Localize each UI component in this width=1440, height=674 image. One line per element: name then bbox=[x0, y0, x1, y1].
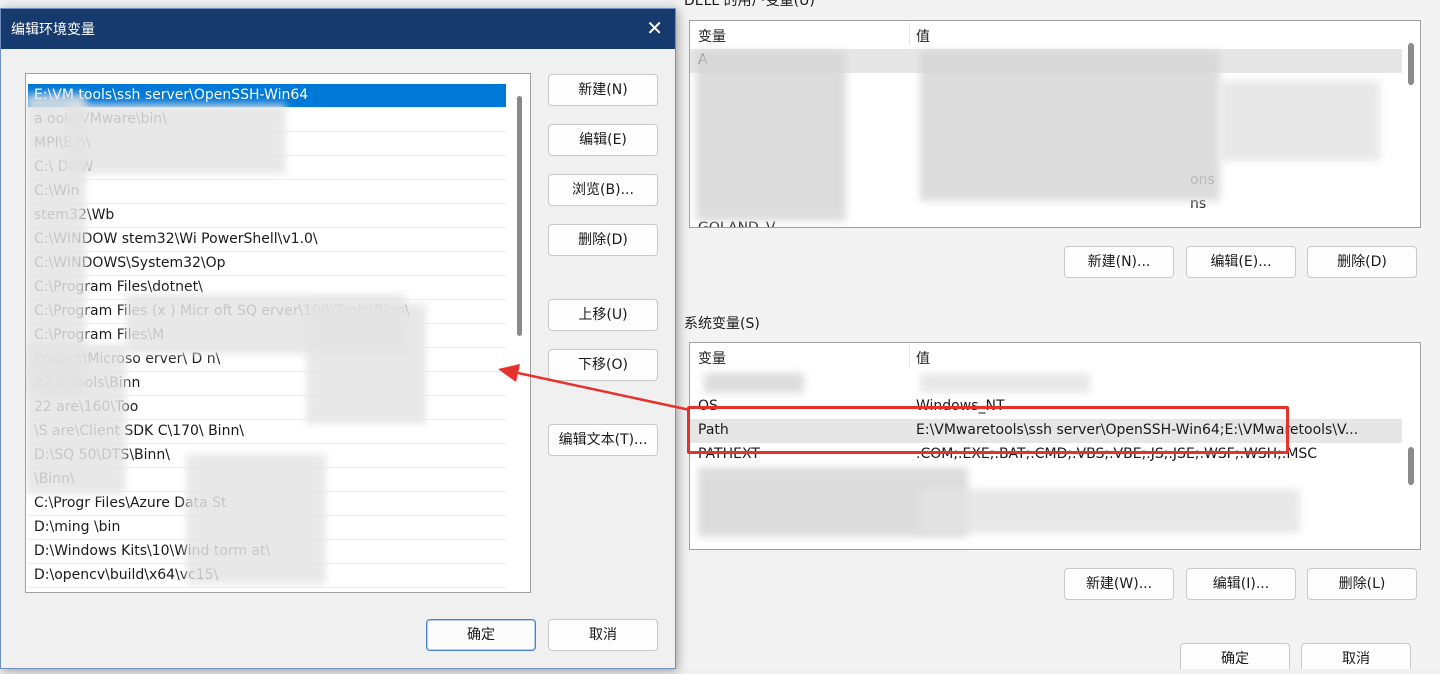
path-entry[interactable]: C:\Win bbox=[28, 180, 506, 204]
redacted-area bbox=[26, 344, 126, 494]
edit-text-button[interactable]: 编辑文本(T)... bbox=[548, 424, 658, 456]
title-bar[interactable]: 编辑环境变量 ✕ bbox=[1, 9, 675, 49]
user-new-button[interactable]: 新建(N)... bbox=[1064, 246, 1174, 278]
col-variable-header[interactable]: 变量 bbox=[698, 348, 726, 368]
redacted-area bbox=[1220, 81, 1380, 161]
path-entry[interactable]: C:\WINDOW stem32\Wi PowerShell\v1.0\ bbox=[28, 228, 506, 252]
close-icon[interactable]: ✕ bbox=[646, 17, 663, 39]
system-variables-group-label: 系统变量(S) bbox=[684, 316, 760, 332]
ok-button[interactable]: 确定 bbox=[426, 619, 536, 651]
system-variables-header: 变量 值 bbox=[690, 343, 1420, 369]
redacted-area bbox=[920, 373, 1090, 393]
path-entry[interactable]: stem32\Wb bbox=[28, 204, 506, 228]
path-row-highlight bbox=[687, 406, 1289, 454]
path-entry-text: D:\ming \bin bbox=[34, 519, 121, 535]
edit-environment-variable-dialog: 编辑环境变量 ✕ E:\VM tools\ssh server\OpenSSH-… bbox=[0, 8, 676, 669]
path-list-scrollbar[interactable] bbox=[512, 74, 530, 592]
system-delete-button[interactable]: 删除(L) bbox=[1307, 568, 1417, 600]
system-new-button[interactable]: 新建(W)... bbox=[1064, 568, 1174, 600]
new-path-button[interactable]: 新建(N) bbox=[548, 74, 658, 106]
browse-button[interactable]: 浏览(B)... bbox=[548, 174, 658, 206]
column-divider[interactable] bbox=[909, 23, 910, 45]
redacted-area bbox=[186, 454, 326, 584]
user-edit-button[interactable]: 编辑(E)... bbox=[1186, 246, 1296, 278]
redacted-area bbox=[306, 304, 426, 424]
scrollbar-thumb[interactable] bbox=[1408, 447, 1414, 485]
redacted-area bbox=[66, 104, 286, 174]
col-value-header[interactable]: 值 bbox=[916, 26, 930, 46]
redacted-area bbox=[920, 51, 1220, 201]
column-divider[interactable] bbox=[909, 345, 910, 367]
redacted-area bbox=[696, 51, 846, 221]
path-entry[interactable]: D:\anaconda bbox=[28, 588, 506, 592]
user-delete-button[interactable]: 删除(D) bbox=[1307, 246, 1417, 278]
move-up-button[interactable]: 上移(U) bbox=[548, 299, 658, 331]
environment-variables-dialog: DELL 的用户变量(U) 变量 值 A ons ns bbox=[676, 0, 1440, 669]
user-vars-scrollbar[interactable] bbox=[1402, 21, 1420, 227]
dialog-title: 编辑环境变量 bbox=[11, 22, 95, 38]
system-edit-button[interactable]: 编辑(I)... bbox=[1186, 568, 1296, 600]
env-cancel-button[interactable]: 取消 bbox=[1301, 643, 1411, 669]
col-variable-header[interactable]: 变量 bbox=[698, 26, 726, 46]
var-name: GOLAND_V bbox=[698, 220, 776, 228]
move-down-button[interactable]: 下移(O) bbox=[548, 349, 658, 381]
path-entry-text: D:\anaconda bbox=[34, 591, 123, 592]
redacted-area bbox=[920, 489, 1300, 533]
user-variables-list[interactable]: 变量 值 A ons ns GOLAND_V bbox=[689, 20, 1421, 228]
scrollbar-thumb[interactable] bbox=[517, 96, 522, 336]
cancel-button[interactable]: 取消 bbox=[548, 619, 658, 651]
col-value-header[interactable]: 值 bbox=[916, 348, 930, 368]
system-vars-scrollbar[interactable] bbox=[1402, 343, 1420, 549]
redacted-area bbox=[704, 373, 804, 393]
edit-path-button[interactable]: 编辑(E) bbox=[548, 124, 658, 156]
env-ok-button[interactable]: 确定 bbox=[1180, 643, 1290, 669]
user-variables-header: 变量 值 bbox=[690, 21, 1420, 47]
delete-path-button[interactable]: 删除(D) bbox=[548, 224, 658, 256]
path-entries-list[interactable]: E:\VM tools\ssh server\OpenSSH-Win64 a o… bbox=[25, 73, 531, 593]
user-variables-group-label: DELL 的用户变量(U) bbox=[684, 0, 815, 9]
scrollbar-thumb[interactable] bbox=[1408, 43, 1414, 85]
path-entry[interactable]: C:\WINDOWS\System32\Op bbox=[28, 252, 506, 276]
